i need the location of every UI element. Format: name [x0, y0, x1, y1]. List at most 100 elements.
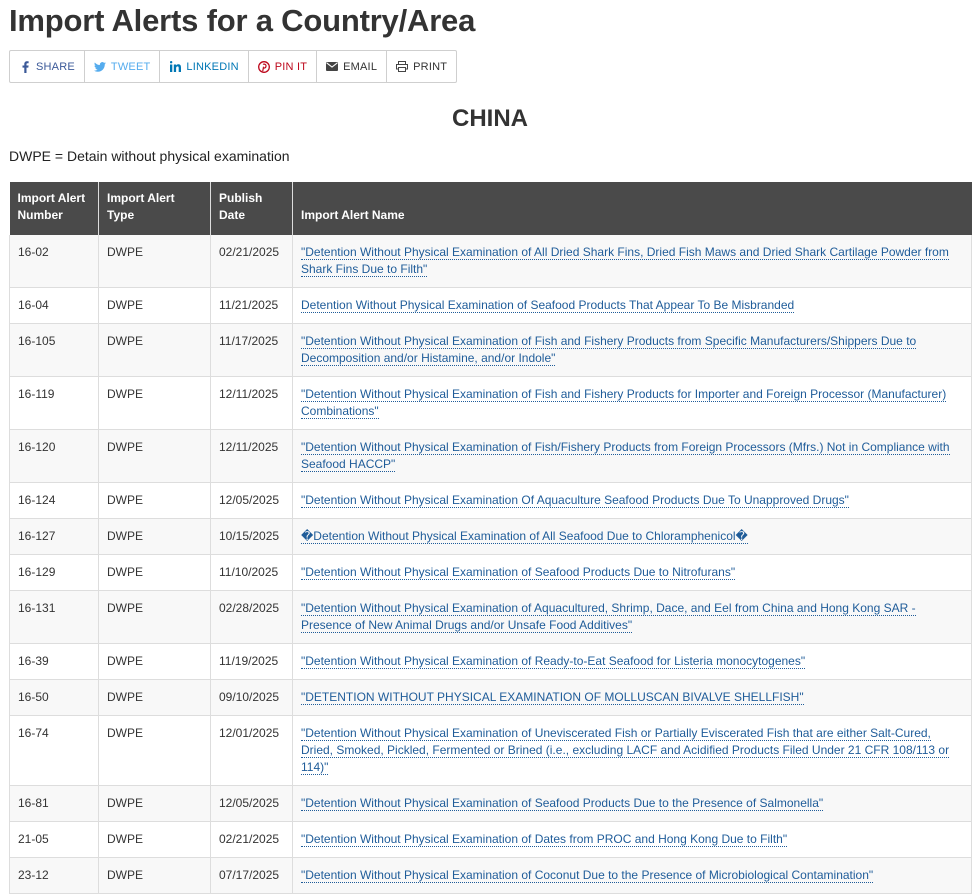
share-linkedin-label: LINKEDIN — [186, 60, 239, 73]
twitter-icon — [93, 61, 106, 73]
alert-number: 16-131 — [9, 590, 99, 644]
share-email-label: EMAIL — [343, 60, 378, 73]
column-header-date[interactable]: Publish Date — [210, 182, 293, 235]
table-row: 16-04 DWPE 11/21/2025 Detention Without … — [9, 287, 972, 324]
page-content: Import Alerts for a Country/Area SHARE T… — [0, 0, 972, 894]
alert-type: DWPE — [98, 857, 211, 894]
alert-name-cell: "Detention Without Physical Examination … — [292, 482, 972, 519]
table-row: 16-39 DWPE 11/19/2025 "Detention Without… — [9, 643, 972, 680]
share-email-button[interactable]: EMAIL — [317, 51, 388, 82]
alert-name-link[interactable]: "Detention Without Physical Examination … — [301, 726, 950, 775]
alert-date: 02/21/2025 — [210, 821, 293, 858]
table-row: 16-105 DWPE 11/17/2025 "Detention Withou… — [9, 323, 972, 377]
alert-name-link[interactable]: "Detention Without Physical Examination … — [301, 565, 736, 580]
alert-name-cell: "DETENTION WITHOUT PHYSICAL EXAMINATION … — [292, 679, 972, 716]
alert-name-link[interactable]: "Detention Without Physical Examination … — [301, 601, 916, 633]
import-alerts-table: Import Alert Number Import Alert Type Pu… — [9, 182, 972, 894]
pinterest-icon — [257, 60, 270, 73]
alert-type: DWPE — [98, 590, 211, 644]
alert-date: 11/19/2025 — [210, 643, 293, 680]
alert-date: 02/28/2025 — [210, 590, 293, 644]
alert-type: DWPE — [98, 323, 211, 377]
share-facebook-button[interactable]: SHARE — [10, 51, 85, 82]
share-facebook-label: SHARE — [36, 60, 75, 73]
alert-type: DWPE — [98, 429, 211, 483]
share-twitter-label: TWEET — [110, 60, 151, 73]
print-icon — [396, 61, 409, 73]
alert-name-link[interactable]: "Detention Without Physical Examination … — [301, 654, 806, 669]
alert-date: 11/21/2025 — [210, 287, 293, 324]
alert-type: DWPE — [98, 715, 211, 786]
alert-name-link[interactable]: "Detention Without Physical Examination … — [301, 832, 788, 847]
alert-type: DWPE — [98, 482, 211, 519]
alert-name-cell: "Detention Without Physical Examination … — [292, 715, 972, 786]
alert-number: 21-05 — [9, 821, 99, 858]
alert-number: 23-12 — [9, 857, 99, 894]
linkedin-icon — [169, 61, 181, 73]
share-linkedin-button[interactable]: LINKEDIN — [160, 51, 249, 82]
share-twitter-button[interactable]: TWEET — [85, 51, 161, 82]
alert-number: 16-50 — [9, 679, 99, 716]
alert-date: 11/10/2025 — [210, 554, 293, 591]
alert-number: 16-120 — [9, 429, 99, 483]
share-pinterest-button[interactable]: PIN IT — [249, 51, 318, 82]
alert-name-link[interactable]: "Detention Without Physical Examination … — [301, 796, 824, 811]
column-header-name[interactable]: Import Alert Name — [292, 182, 972, 235]
alert-name-cell: "Detention Without Physical Examination … — [292, 235, 972, 288]
alert-date: 02/21/2025 — [210, 235, 293, 288]
alert-name-link[interactable]: Detention Without Physical Examination o… — [301, 298, 795, 313]
alert-date: 12/01/2025 — [210, 715, 293, 786]
alert-name-link[interactable]: "Detention Without Physical Examination … — [301, 493, 849, 508]
alert-name-cell: "Detention Without Physical Examination … — [292, 590, 972, 644]
alert-date: 11/17/2025 — [210, 323, 293, 377]
alert-name-cell: Detention Without Physical Examination o… — [292, 287, 972, 324]
alert-name-link[interactable]: "DETENTION WITHOUT PHYSICAL EXAMINATION … — [301, 690, 804, 705]
alert-name-link[interactable]: �Detention Without Physical Examination … — [301, 529, 748, 544]
alert-type: DWPE — [98, 235, 211, 288]
table-row: 16-127 DWPE 10/15/2025 �Detention Withou… — [9, 518, 972, 555]
alert-name-cell: "Detention Without Physical Examination … — [292, 323, 972, 377]
alert-name-cell: "Detention Without Physical Examination … — [292, 429, 972, 483]
alert-number: 16-105 — [9, 323, 99, 377]
alert-type: DWPE — [98, 679, 211, 716]
column-header-type[interactable]: Import Alert Type — [98, 182, 211, 235]
alert-name-link[interactable]: "Detention Without Physical Examination … — [301, 868, 874, 883]
alert-type: DWPE — [98, 821, 211, 858]
alert-name-cell: �Detention Without Physical Examination … — [292, 518, 972, 555]
share-pinterest-label: PIN IT — [274, 60, 308, 73]
alert-date: 09/10/2025 — [210, 679, 293, 716]
alert-number: 16-39 — [9, 643, 99, 680]
print-label: PRINT — [413, 60, 448, 73]
page-title: Import Alerts for a Country/Area — [9, 3, 476, 38]
table-row: 16-119 DWPE 12/11/2025 "Detention Withou… — [9, 376, 972, 430]
table-row: 16-129 DWPE 11/10/2025 "Detention Withou… — [9, 554, 972, 591]
table-row: 16-74 DWPE 12/01/2025 "Detention Without… — [9, 715, 972, 786]
alert-date: 12/05/2025 — [210, 482, 293, 519]
alert-date: 10/15/2025 — [210, 518, 293, 555]
print-button[interactable]: PRINT — [387, 51, 456, 82]
alert-name-link[interactable]: "Detention Without Physical Examination … — [301, 245, 949, 277]
table-row: 16-02 DWPE 02/21/2025 "Detention Without… — [9, 235, 972, 288]
alert-type: DWPE — [98, 287, 211, 324]
column-header-number[interactable]: Import Alert Number — [9, 182, 99, 235]
alert-type: DWPE — [98, 554, 211, 591]
alert-name-link[interactable]: "Detention Without Physical Examination … — [301, 387, 947, 419]
dwpe-legend: DWPE = Detain without physical examinati… — [9, 148, 290, 164]
table-row: 16-131 DWPE 02/28/2025 "Detention Withou… — [9, 590, 972, 644]
alert-number: 16-127 — [9, 518, 99, 555]
alert-number: 16-129 — [9, 554, 99, 591]
table-row: 16-120 DWPE 12/11/2025 "Detention Withou… — [9, 429, 972, 483]
alert-type: DWPE — [98, 376, 211, 430]
alert-type: DWPE — [98, 518, 211, 555]
alert-name-cell: "Detention Without Physical Examination … — [292, 821, 972, 858]
alert-name-link[interactable]: "Detention Without Physical Examination … — [301, 334, 917, 366]
alert-name-cell: "Detention Without Physical Examination … — [292, 554, 972, 591]
table-header-row: Import Alert Number Import Alert Type Pu… — [9, 182, 972, 235]
alert-name-cell: "Detention Without Physical Examination … — [292, 376, 972, 430]
alert-date: 12/05/2025 — [210, 785, 293, 822]
table-row: 23-12 DWPE 07/17/2025 "Detention Without… — [9, 857, 972, 894]
alert-name-link[interactable]: "Detention Without Physical Examination … — [301, 440, 950, 472]
alert-number: 16-74 — [9, 715, 99, 786]
country-heading: CHINA — [452, 105, 528, 132]
alert-date: 12/11/2025 — [210, 429, 293, 483]
